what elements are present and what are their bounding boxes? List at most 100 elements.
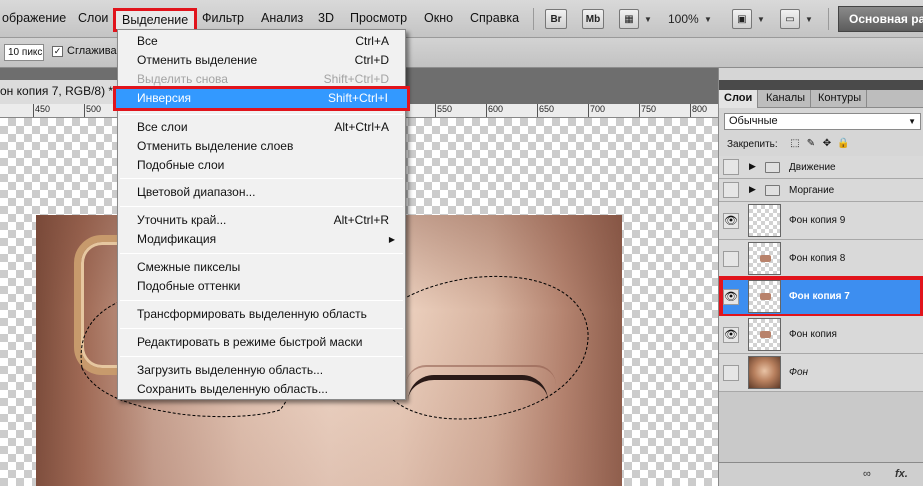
ruler-tick — [435, 104, 436, 117]
layer-name: Фон копия — [789, 329, 837, 340]
ruler-label: 600 — [488, 104, 504, 114]
menu-item-similar[interactable]: Подобные оттенки — [118, 277, 405, 296]
menu-window[interactable]: Окно — [424, 11, 453, 25]
menu-layers[interactable]: Слои — [78, 11, 108, 25]
menu-item-transform-selection[interactable]: Трансформировать выделенную область — [118, 305, 405, 324]
menu-item-all-layers[interactable]: Все слои Alt+Ctrl+A — [118, 118, 405, 137]
ruler-label: 500 — [86, 104, 102, 114]
menu-item-label: Редактировать в режиме быстрой маски — [137, 335, 363, 349]
menu-item-label: Отменить выделение — [137, 53, 258, 67]
layers-panel: Слои Каналы Контуры Обычные ▼ Закрепить:… — [718, 68, 923, 486]
menu-item-quick-mask[interactable]: Редактировать в режиме быстрой маски — [118, 333, 405, 352]
chevron-down-icon[interactable]: ▼ — [644, 15, 652, 24]
bridge-icon[interactable]: Br — [545, 9, 567, 29]
menu-item-label: Модификация — [137, 232, 217, 246]
ruler-label: 550 — [437, 104, 453, 114]
visibility-toggle[interactable] — [723, 251, 739, 267]
expand-triangle-icon[interactable]: ▶ — [749, 161, 756, 172]
menu-item-color-range[interactable]: Цветовой диапазон... — [118, 183, 405, 202]
menu-item-all[interactable]: Все Ctrl+A — [118, 32, 405, 51]
ruler-tick — [537, 104, 538, 117]
layer-row[interactable]: 👁 Фон копия 9 — [719, 202, 923, 240]
menu-help[interactable]: Справка — [470, 11, 519, 25]
eye-icon[interactable]: 👁 — [723, 213, 739, 229]
layer-row[interactable]: Фон — [719, 354, 923, 392]
menu-item-save-selection[interactable]: Сохранить выделенную область... — [118, 380, 405, 399]
menu-item-refine-edge[interactable]: Уточнить край... Alt+Ctrl+R — [118, 211, 405, 230]
menu-item-shortcut: Alt+Ctrl+R — [333, 213, 389, 227]
menu-view[interactable]: Просмотр — [350, 11, 407, 25]
fx-icon[interactable]: fx. — [895, 468, 908, 480]
menu-separator — [120, 328, 403, 329]
menu-analysis[interactable]: Анализ — [261, 11, 303, 25]
menu-item-shortcut: Alt+Ctrl+A — [334, 120, 389, 134]
menu-image[interactable]: ображение — [2, 11, 66, 25]
menu-item-load-selection[interactable]: Загрузить выделенную область... — [118, 361, 405, 380]
extras-icon[interactable]: ▦ — [619, 9, 639, 29]
panel-footer: ∞ fx. — [719, 462, 923, 486]
expand-triangle-icon[interactable]: ▶ — [749, 184, 756, 195]
thumbnail-content — [760, 255, 771, 262]
selected-layer-highlight — [719, 276, 923, 318]
visibility-toggle[interactable] — [723, 159, 739, 175]
menu-item-label: Загрузить выделенную область... — [137, 363, 324, 377]
tab-layers[interactable]: Слои — [719, 90, 759, 108]
layer-row[interactable]: 👁 Фон копия — [719, 316, 923, 354]
folder-icon — [765, 185, 780, 196]
menu-item-modify[interactable]: Модификация ▶ — [118, 230, 405, 249]
menu-item-label: Подобные оттенки — [137, 279, 241, 293]
menu-item-similar-layers[interactable]: Подобные слои — [118, 156, 405, 175]
menu-separator — [120, 114, 403, 115]
document-tab[interactable]: он копия 7, RGB/8) * — [0, 80, 125, 104]
chevron-down-icon: ▼ — [908, 117, 916, 126]
panel-header-bar — [719, 80, 923, 90]
arrange-documents-icon[interactable]: ▣ — [732, 9, 752, 29]
feather-field[interactable]: 10 пикс — [4, 44, 44, 61]
mini-bridge-icon[interactable]: Mb — [582, 9, 604, 29]
menu-item-deselect[interactable]: Отменить выделение Ctrl+D — [118, 51, 405, 70]
menu-3d[interactable]: 3D — [318, 11, 334, 25]
layer-row[interactable]: Фон копия 8 — [719, 240, 923, 278]
ruler-label: 750 — [641, 104, 657, 114]
menu-separator — [120, 300, 403, 301]
lock-transparency-icon[interactable]: ⬚ — [789, 138, 801, 150]
layer-row-group[interactable]: ▶ Движение — [719, 156, 923, 179]
layer-row-group[interactable]: ▶ Моргание — [719, 179, 923, 202]
menu-filter[interactable]: Фильтр — [202, 11, 244, 25]
link-layers-icon[interactable]: ∞ — [863, 468, 871, 480]
menu-item-inverse[interactable]: Инверсия Shift+Ctrl+I — [113, 86, 410, 111]
layer-name: Фон — [789, 367, 809, 378]
eye-icon[interactable]: 👁 — [723, 327, 739, 343]
workspace-switcher[interactable]: Основная ра — [838, 6, 923, 32]
lock-all-icon[interactable]: 🔒 — [837, 138, 849, 150]
chevron-down-icon[interactable]: ▼ — [805, 15, 813, 24]
screen-mode-icon[interactable]: ▭ — [780, 9, 800, 29]
menu-item-deselect-layers[interactable]: Отменить выделение слоев — [118, 137, 405, 156]
zoom-level[interactable]: 100% — [668, 12, 699, 26]
toolbar-separator — [533, 8, 534, 30]
lock-brush-icon[interactable]: ✎ — [805, 138, 817, 150]
lock-move-icon[interactable]: ✥ — [821, 138, 833, 150]
menu-separator — [120, 206, 403, 207]
menu-item-label: Цветовой диапазон... — [137, 185, 256, 199]
blend-mode-value: Обычные — [729, 115, 778, 127]
panel-tabs: Слои Каналы Контуры — [719, 90, 923, 108]
menu-item-label: Подобные слои — [137, 158, 225, 172]
menu-separator — [120, 253, 403, 254]
visibility-toggle[interactable] — [723, 182, 739, 198]
ruler-label: 650 — [539, 104, 555, 114]
antialias-checkbox[interactable]: ✓ — [52, 46, 63, 57]
ruler-tick — [639, 104, 640, 117]
chevron-down-icon[interactable]: ▼ — [704, 15, 712, 24]
menu-item-label: Сохранить выделенную область... — [137, 382, 328, 396]
layer-name: Фон копия 8 — [789, 253, 846, 264]
ruler-label: 450 — [35, 104, 51, 114]
thumbnail-content — [760, 331, 771, 338]
blend-mode-select[interactable]: Обычные ▼ — [724, 113, 921, 130]
visibility-toggle[interactable] — [723, 365, 739, 381]
menu-item-shortcut: Ctrl+D — [354, 53, 389, 67]
chevron-down-icon[interactable]: ▼ — [757, 15, 765, 24]
tab-channels[interactable]: Каналы — [761, 90, 812, 108]
tab-paths[interactable]: Контуры — [813, 90, 868, 108]
menu-item-grow[interactable]: Смежные пикселы — [118, 258, 405, 277]
